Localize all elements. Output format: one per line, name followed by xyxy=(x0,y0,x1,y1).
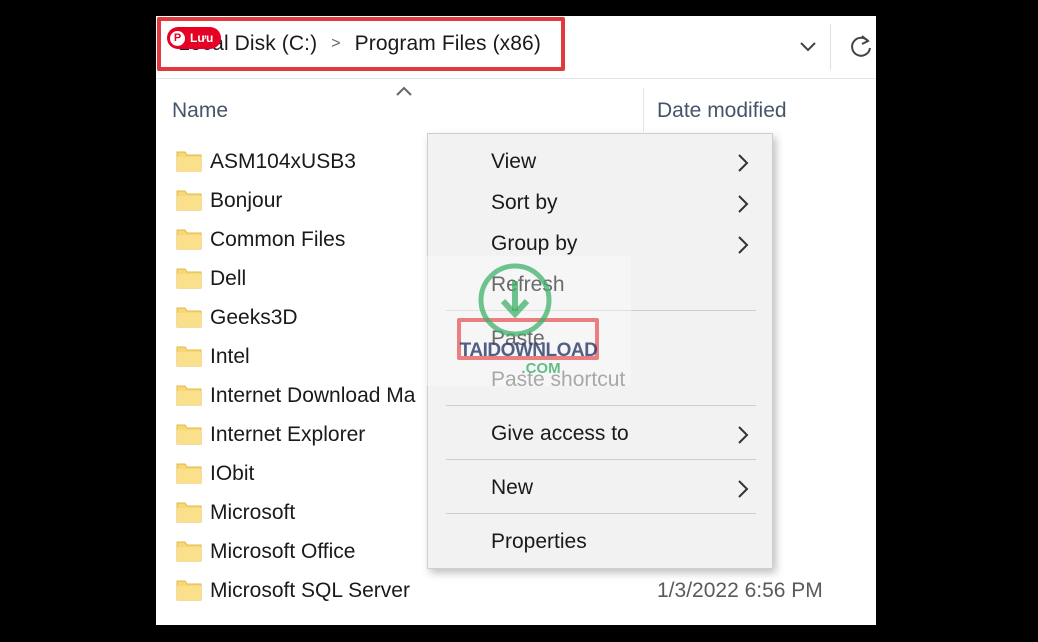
folder-icon xyxy=(176,463,202,484)
file-name: Microsoft xyxy=(210,501,296,524)
menu-item-group-by[interactable]: Group by xyxy=(428,224,772,264)
file-name: Common Files xyxy=(210,228,346,251)
menu-separator xyxy=(446,459,756,460)
folder-icon xyxy=(176,268,202,289)
menu-item-sort-by[interactable]: Sort by xyxy=(428,183,772,223)
file-name: Bonjour xyxy=(210,189,283,212)
refresh-icon[interactable] xyxy=(848,32,874,60)
save-badge-label: Lưu xyxy=(190,31,214,45)
chevron-right-icon xyxy=(738,154,749,172)
column-header-date-modified[interactable]: Date modified xyxy=(657,99,787,123)
menu-item-paste-shortcut[interactable]: Paste shortcut xyxy=(428,360,772,400)
file-date: 1/3/2022 6:56 PM xyxy=(657,579,823,602)
folder-icon xyxy=(176,385,202,406)
pinterest-icon: P xyxy=(170,30,185,46)
file-name: Microsoft SQL Server xyxy=(210,579,410,602)
menu-item-label: Give access to xyxy=(491,422,629,445)
folder-icon xyxy=(176,346,202,367)
file-row[interactable]: Microsoft SQL Server 1/3/2022 6:56 PM xyxy=(156,573,876,612)
menu-item-label: Paste shortcut xyxy=(491,368,626,391)
paste-highlight-box xyxy=(457,318,599,360)
file-name: ASM104xUSB3 xyxy=(210,150,356,173)
menu-item-label: Refresh xyxy=(491,273,565,296)
file-name: Dell xyxy=(210,267,247,290)
menu-item-label: View xyxy=(491,150,537,173)
menu-item-give-access-to[interactable]: Give access to xyxy=(428,414,772,454)
save-badge[interactable]: P Lưu xyxy=(167,27,222,49)
file-name: Microsoft Office xyxy=(210,540,356,563)
context-menu: View Sort by Group by Refresh Paste Paste sho… xyxy=(427,133,773,569)
folder-icon xyxy=(176,580,202,601)
chevron-down-icon[interactable] xyxy=(796,34,820,58)
menu-item-refresh[interactable]: Refresh xyxy=(428,265,772,305)
menu-separator xyxy=(446,310,756,311)
address-bar[interactable]: P Lưu Local Disk (C:) > Program Files (x86… xyxy=(156,16,876,79)
chevron-right-icon xyxy=(738,480,749,498)
menu-item-view[interactable]: View xyxy=(428,142,772,182)
folder-icon xyxy=(176,229,202,250)
sort-ascending-icon xyxy=(396,86,412,96)
menu-item-properties[interactable]: Properties xyxy=(428,522,772,562)
folder-icon xyxy=(176,151,202,172)
file-name: Intel xyxy=(210,345,250,368)
column-header-name[interactable]: Name xyxy=(172,99,228,123)
folder-icon xyxy=(176,502,202,523)
chevron-right-icon xyxy=(738,195,749,213)
file-name: Internet Download Ma xyxy=(210,384,416,407)
file-name: Geeks3D xyxy=(210,306,298,329)
file-name: IObit xyxy=(210,462,255,485)
menu-item-label: New xyxy=(491,476,534,499)
file-name: Internet Explorer xyxy=(210,423,366,446)
divider xyxy=(830,24,831,70)
folder-icon xyxy=(176,541,202,562)
column-divider[interactable] xyxy=(643,88,644,132)
folder-icon xyxy=(176,307,202,328)
folder-icon xyxy=(176,190,202,211)
file-explorer-window: P Lưu Local Disk (C:) > Program Files (x86… xyxy=(156,16,876,625)
chevron-right-icon xyxy=(738,426,749,444)
chevron-right-icon xyxy=(738,236,749,254)
menu-item-label: Sort by xyxy=(491,191,558,214)
menu-item-label: Properties xyxy=(491,530,587,553)
menu-separator xyxy=(446,405,756,406)
menu-separator xyxy=(446,513,756,514)
menu-item-label: Group by xyxy=(491,232,578,255)
folder-icon xyxy=(176,424,202,445)
menu-item-new[interactable]: New xyxy=(428,468,772,508)
